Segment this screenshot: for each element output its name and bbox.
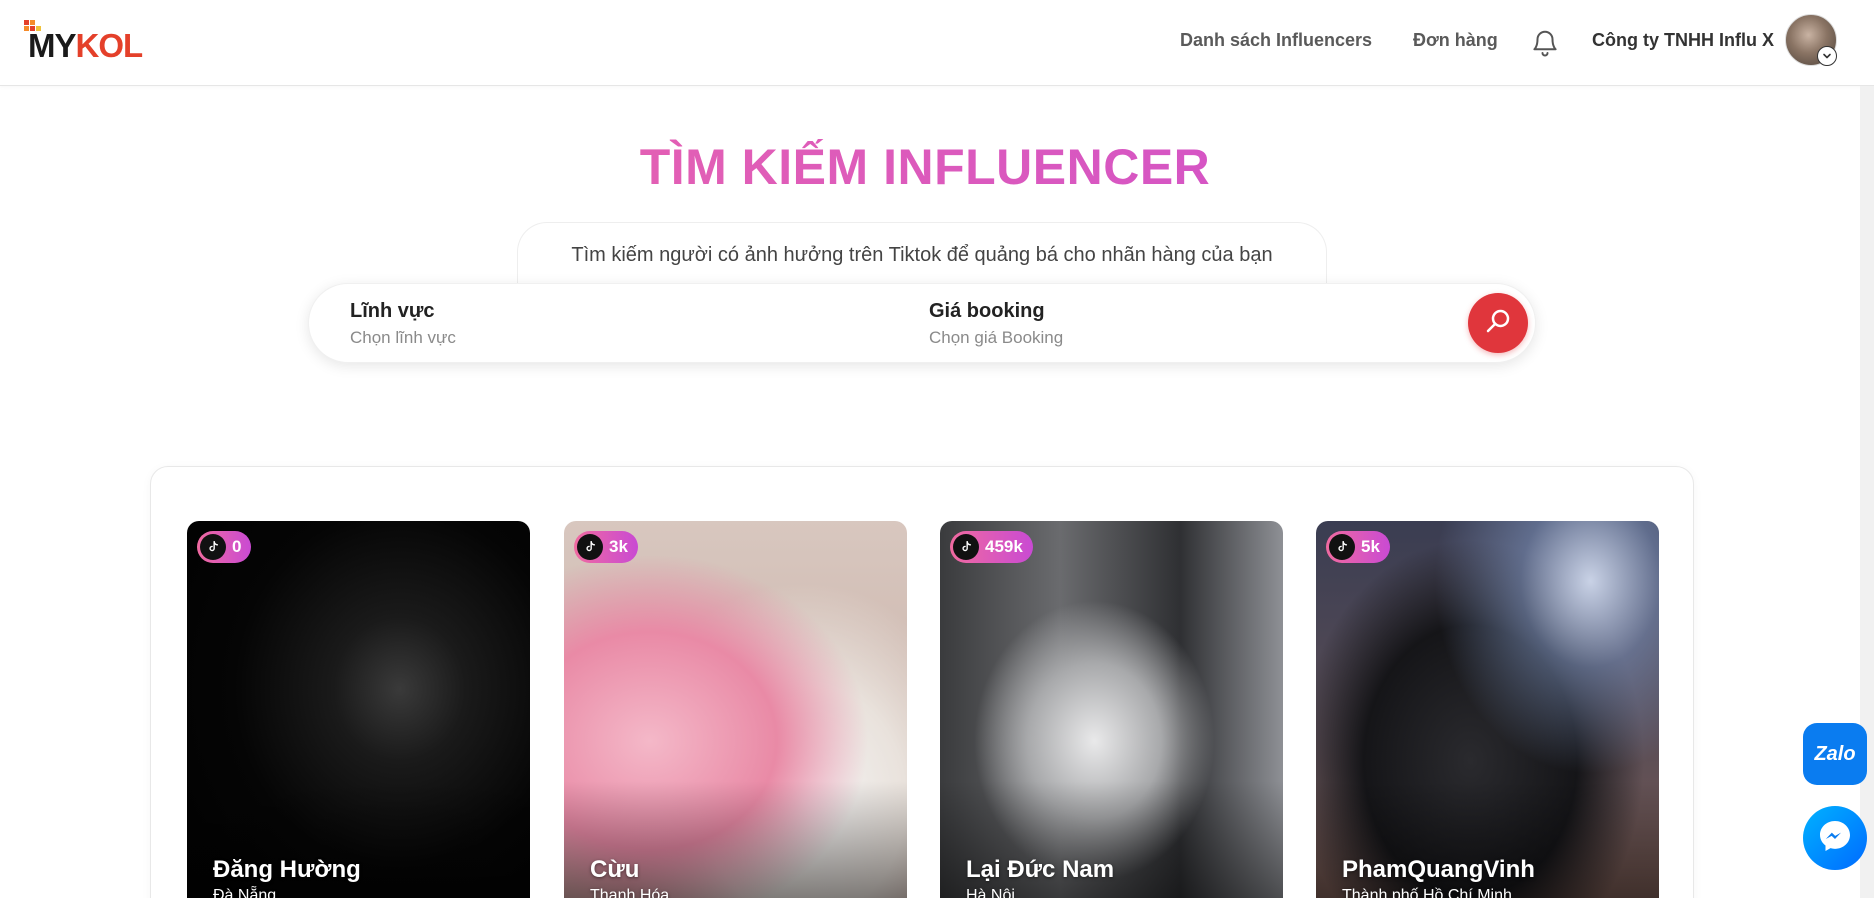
influencer-location: Thành phố Hồ Chí Minh xyxy=(1342,887,1512,898)
influencer-card[interactable]: 459k Lại Đức Nam Hà Nội xyxy=(940,521,1283,898)
follower-badge: 0 xyxy=(197,531,252,563)
logo-text-kol: KOL xyxy=(75,27,144,64)
messenger-icon xyxy=(1815,816,1855,861)
follower-badge: 459k xyxy=(950,531,1033,563)
influencer-location: Thanh Hóa xyxy=(590,887,670,898)
influencer-name: Đăng Hường xyxy=(213,856,361,883)
category-select[interactable]: Chọn lĩnh vực xyxy=(350,328,456,348)
follower-count: 459k xyxy=(985,537,1023,556)
company-name[interactable]: Công ty TNHH Influ X xyxy=(1592,30,1774,51)
messenger-chat-button[interactable] xyxy=(1803,806,1867,870)
follower-count: 0 xyxy=(232,537,242,556)
nav-influencers-link[interactable]: Danh sách Influencers xyxy=(1180,30,1372,51)
follower-count: 5k xyxy=(1361,537,1380,556)
bell-icon[interactable] xyxy=(1530,28,1560,58)
influencer-name: Cừu xyxy=(590,856,640,883)
influencer-location: Hà Nội xyxy=(966,887,1015,898)
page-subtitle: Tìm kiếm người có ảnh hưởng trên Tiktok … xyxy=(571,244,1273,266)
influencer-card[interactable]: 3k Cừu Thanh Hóa xyxy=(564,521,907,898)
category-field-label[interactable]: Lĩnh vực xyxy=(350,300,435,323)
tiktok-icon xyxy=(200,534,226,560)
page-title: TÌM KIẾM INFLUENCER xyxy=(0,138,1850,196)
price-select[interactable]: Chọn giá Booking xyxy=(929,328,1063,348)
chevron-down-icon[interactable] xyxy=(1817,46,1837,66)
influencer-location: Đà Nẵng xyxy=(213,887,277,898)
top-header: MYKOL Danh sách Influencers Đơn hàng Côn… xyxy=(0,0,1874,86)
tiktok-icon xyxy=(1329,534,1355,560)
search-icon xyxy=(1483,306,1513,341)
search-button[interactable] xyxy=(1468,293,1528,353)
follower-badge: 3k xyxy=(574,531,638,563)
follower-badge: 5k xyxy=(1326,531,1390,563)
tiktok-icon xyxy=(953,534,979,560)
mykol-logo[interactable]: MYKOL xyxy=(24,20,154,64)
influencer-card[interactable]: 0 Đăng Hường Đà Nẵng xyxy=(187,521,530,898)
follower-count: 3k xyxy=(609,537,628,556)
logo-text-my: MY xyxy=(28,27,76,64)
zalo-label: Zalo xyxy=(1814,742,1856,765)
influencer-name: PhamQuangVinh xyxy=(1342,856,1535,883)
influencer-name: Lại Đức Nam xyxy=(966,856,1115,883)
tiktok-icon xyxy=(577,534,603,560)
zalo-chat-button[interactable]: Zalo xyxy=(1803,723,1867,785)
logo-wordmark: MYKOL xyxy=(28,27,144,64)
nav-orders-link[interactable]: Đơn hàng xyxy=(1413,30,1498,51)
search-bar xyxy=(308,283,1536,363)
influencer-card[interactable]: 5k PhamQuangVinh Thành phố Hồ Chí Minh xyxy=(1316,521,1659,898)
price-field-label[interactable]: Giá booking xyxy=(929,300,1045,323)
